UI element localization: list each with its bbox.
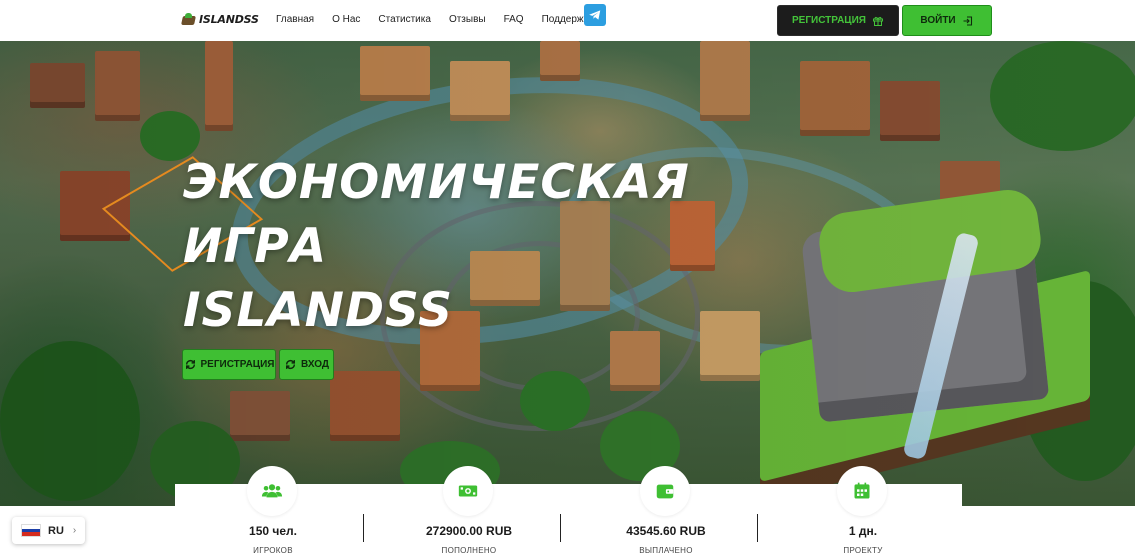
hero-title: ЭКОНОМИЧЕСКАЯ ИГРА ISLANDSS bbox=[183, 151, 690, 343]
top-header: ISLANDSS Главная О Нас Статистика Отзывы… bbox=[0, 0, 1135, 41]
users-icon bbox=[261, 484, 283, 498]
refresh-icon bbox=[285, 359, 295, 370]
stat-divider bbox=[363, 514, 364, 542]
nav-link-faq[interactable]: FAQ bbox=[504, 14, 524, 25]
stat-icon-circle bbox=[247, 466, 297, 516]
island-logo-icon bbox=[182, 13, 195, 26]
refresh-icon bbox=[185, 359, 195, 370]
stat-value: 1 дн. bbox=[848, 524, 878, 538]
login-button-header[interactable]: ВОЙТИ bbox=[902, 5, 992, 36]
stat-players: 150 чел. ИГРОКОВ bbox=[175, 466, 371, 558]
register-button-header[interactable]: РЕГИСТРАЦИЯ bbox=[777, 5, 899, 36]
nav-link-home[interactable]: Главная bbox=[276, 14, 314, 25]
stats-panel: 150 чел. ИГРОКОВ 272900.00 RUB ПОПОЛНЕНО… bbox=[175, 466, 962, 558]
telegram-icon bbox=[589, 10, 601, 20]
stat-value: 43545.60 RUB bbox=[626, 524, 706, 538]
register-button-hero[interactable]: РЕГИСТРАЦИЯ bbox=[182, 349, 276, 380]
hero-title-line: ISLANDSS bbox=[183, 283, 454, 338]
hero-title-line: ИГРА bbox=[183, 219, 328, 274]
calendar-icon bbox=[854, 482, 870, 499]
register-label: РЕГИСТРАЦИЯ bbox=[200, 359, 275, 370]
stat-label: ПРОЕКТУ bbox=[843, 546, 883, 555]
language-selector[interactable]: RU › bbox=[12, 517, 85, 544]
stat-deposited: 272900.00 RUB ПОПОЛНЕНО bbox=[371, 466, 567, 558]
site-logo[interactable]: ISLANDSS bbox=[182, 13, 259, 26]
telegram-button[interactable] bbox=[584, 4, 606, 26]
stat-project-age: 1 дн. ПРОЕКТУ bbox=[765, 466, 961, 558]
chevron-right-icon: › bbox=[72, 525, 77, 536]
stat-divider bbox=[757, 514, 758, 542]
stat-icon-circle bbox=[837, 466, 887, 516]
nav-link-statistics[interactable]: Статистика bbox=[378, 14, 431, 25]
russia-flag-icon bbox=[21, 524, 41, 537]
stat-icon-circle bbox=[640, 466, 690, 516]
stat-label: ВЫПЛАЧЕНО bbox=[639, 546, 693, 555]
register-label: РЕГИСТРАЦИЯ bbox=[792, 15, 866, 26]
stat-value: 272900.00 RUB bbox=[425, 524, 513, 538]
sign-in-icon bbox=[963, 15, 972, 26]
stat-label: ПОПОЛНЕНО bbox=[441, 546, 497, 555]
stat-icon-circle bbox=[443, 466, 493, 516]
hero-section: ЭКОНОМИЧЕСКАЯ ИГРА ISLANDSS РЕГИСТРАЦИЯ … bbox=[0, 41, 1135, 506]
language-code: RU bbox=[48, 524, 64, 537]
stat-paid-out: 43545.60 RUB ВЫПЛАЧЕНО bbox=[568, 466, 764, 558]
nav-link-reviews[interactable]: Отзывы bbox=[449, 14, 486, 25]
login-button-hero[interactable]: ВХОД bbox=[279, 349, 334, 380]
gift-icon bbox=[872, 16, 883, 26]
login-label: ВОЙТИ bbox=[920, 15, 956, 26]
main-nav: Главная О Нас Статистика Отзывы FAQ Подд… bbox=[276, 14, 594, 25]
stat-divider bbox=[560, 514, 561, 542]
logo-text: ISLANDSS bbox=[199, 13, 259, 26]
login-label: ВХОД bbox=[300, 359, 330, 370]
nav-link-about[interactable]: О Нас bbox=[332, 14, 360, 25]
hero-title-line: ЭКОНОМИЧЕСКАЯ bbox=[183, 155, 690, 210]
money-icon bbox=[458, 485, 478, 497]
stat-value: 150 чел. bbox=[249, 524, 297, 538]
wallet-icon bbox=[656, 484, 674, 499]
stat-label: ИГРОКОВ bbox=[253, 546, 293, 555]
